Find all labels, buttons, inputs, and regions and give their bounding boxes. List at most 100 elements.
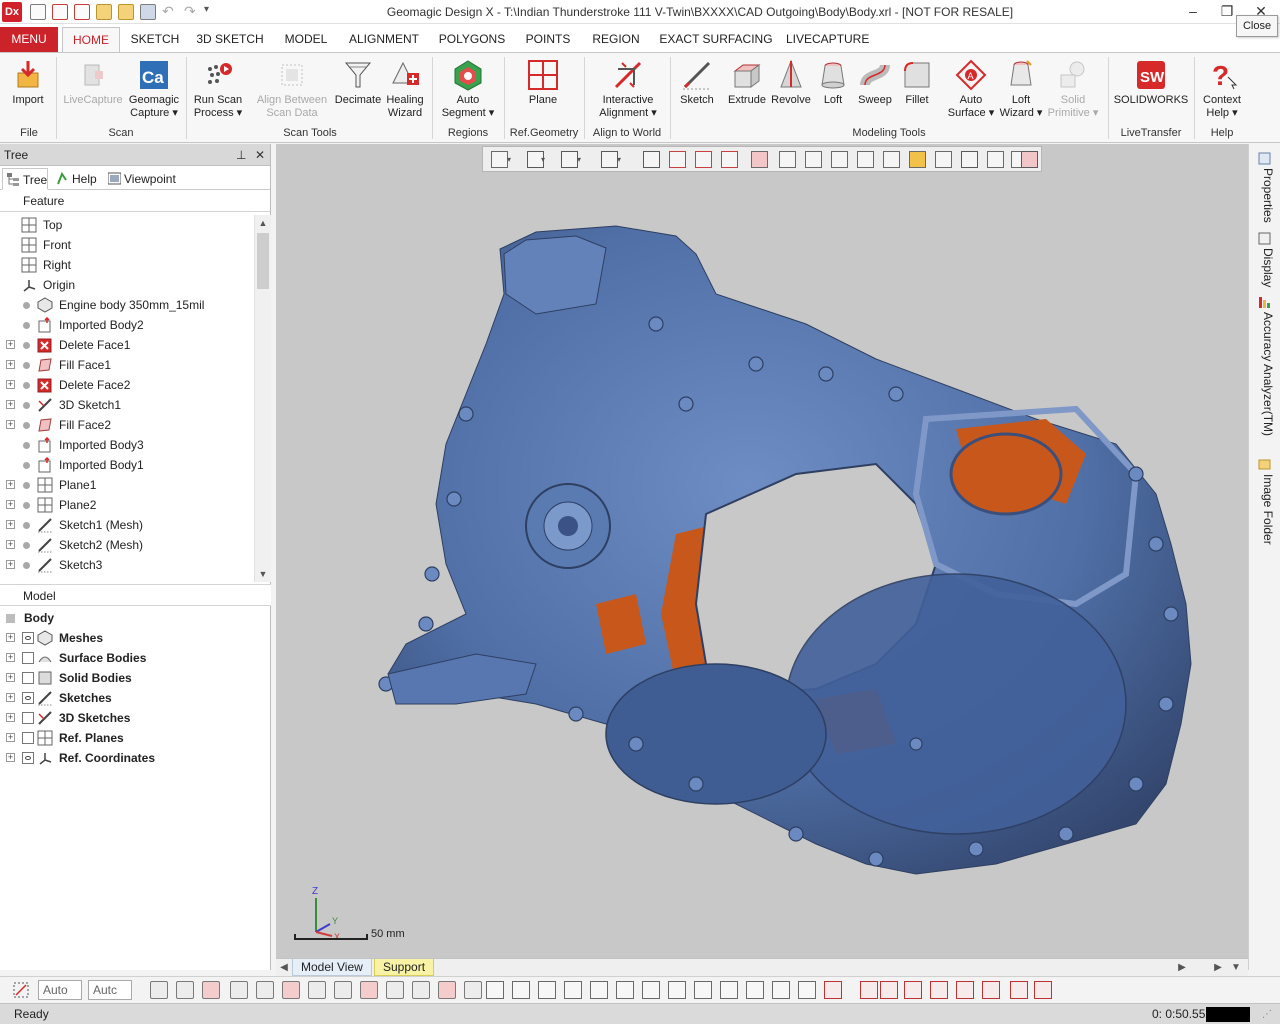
display-mode-icon[interactable] (860, 981, 878, 999)
display-mode-icon[interactable] (564, 981, 582, 999)
display-mode-icon[interactable] (720, 981, 738, 999)
model-item[interactable]: + Meshes (0, 628, 254, 648)
decimate-button[interactable]: Decimate (332, 57, 384, 127)
menu-button[interactable]: MENU (0, 27, 58, 52)
feature-item[interactable]: + Plane1 (0, 475, 254, 495)
visibility-dot-icon[interactable] (23, 442, 30, 449)
tab-support[interactable]: Support (374, 959, 435, 976)
visibility-eye-icon[interactable] (22, 692, 34, 704)
visibility-dot-icon[interactable] (23, 402, 30, 409)
visibility-dot-icon[interactable] (23, 522, 30, 529)
tab-scroll-left-icon[interactable]: ◀ (276, 959, 292, 976)
visibility-dot-icon[interactable] (23, 342, 30, 349)
feature-item[interactable]: + Fill Face2 (0, 415, 254, 435)
tab-exact-surfacing[interactable]: EXACT SURFACING (656, 27, 776, 52)
visibility-dot-icon[interactable] (23, 302, 30, 309)
tab-tree[interactable]: Tree (2, 168, 48, 190)
expand-icon[interactable]: + (6, 713, 15, 722)
export-file-icon[interactable] (74, 4, 90, 20)
visibility-dot-icon[interactable] (23, 562, 30, 569)
sweep-button[interactable]: Sweep (852, 57, 898, 127)
extrude-button[interactable]: Extrude (724, 57, 770, 127)
tab-points[interactable]: POINTS (520, 27, 576, 52)
plane-button[interactable]: Plane (512, 57, 574, 127)
display-mode-icon[interactable] (176, 981, 194, 999)
expand-icon[interactable]: + (6, 500, 15, 509)
livecapture-button[interactable]: LiveCapture (60, 57, 126, 127)
model-item[interactable]: + Surface Bodies (0, 648, 254, 668)
visibility-dot-icon[interactable] (23, 482, 30, 489)
tab-polygons[interactable]: POLYGONS (434, 27, 510, 52)
feature-item[interactable]: Imported Body3 (0, 435, 254, 455)
tab-accuracy-analyzer[interactable]: Accuracy Analyzer(TM) (1255, 312, 1275, 436)
feature-item[interactable]: Imported Body2 (0, 315, 254, 335)
model-item[interactable]: + Ref. Planes (0, 728, 254, 748)
visibility-eye-icon[interactable] (22, 632, 34, 644)
expand-icon[interactable]: + (6, 733, 15, 742)
tab-region[interactable]: REGION (586, 27, 646, 52)
display-mode-icon[interactable] (616, 981, 634, 999)
run-scan-process-button[interactable]: Run Scan Process ▾ (188, 57, 248, 127)
display-mode-icon[interactable] (694, 981, 712, 999)
context-help-button[interactable]: ? Context Help ▾ (1196, 57, 1248, 127)
display-mode-icon[interactable] (538, 981, 556, 999)
expand-icon[interactable]: + (6, 520, 15, 529)
display-mode-icon[interactable] (334, 981, 352, 999)
align-between-scan-data-button[interactable]: Align Between Scan Data (250, 57, 334, 127)
selection-target-select[interactable]: Autc (88, 980, 132, 1000)
feature-item[interactable]: + Sketch1 (Mesh) (0, 515, 254, 535)
loft-wizard-button[interactable]: Loft Wizard ▾ (996, 57, 1046, 127)
visibility-dot-icon[interactable] (23, 382, 30, 389)
display-mode-icon[interactable] (642, 981, 660, 999)
visibility-dot-icon[interactable] (23, 422, 30, 429)
display-mode-icon[interactable] (668, 981, 686, 999)
tab-model-view[interactable]: Model View (292, 959, 372, 976)
engine-crankcase-mesh[interactable]: Z Y X (276, 144, 1248, 958)
display-mode-icon[interactable] (1034, 981, 1052, 999)
display-mode-icon[interactable] (982, 981, 1000, 999)
visibility-eye-icon[interactable] (22, 752, 34, 764)
model-viewport[interactable]: ▾ ▾ ▾ ▾ Z Y X 50 mm (276, 144, 1248, 958)
resize-grip-icon[interactable]: ⋰ (1262, 1009, 1274, 1021)
visibility-checkbox[interactable] (22, 652, 34, 664)
tab-model[interactable]: MODEL (278, 27, 334, 52)
display-mode-icon[interactable] (904, 981, 922, 999)
expand-icon[interactable]: + (6, 420, 15, 429)
selection-filter-icon[interactable] (12, 981, 30, 999)
expand-icon[interactable]: + (6, 693, 15, 702)
display-mode-icon[interactable] (486, 981, 504, 999)
folder-import-icon[interactable] (96, 4, 112, 20)
feature-item[interactable]: Origin (0, 275, 254, 295)
tab-display[interactable]: Display (1255, 248, 1275, 287)
expand-icon[interactable]: + (6, 400, 15, 409)
loft-button[interactable]: Loft (814, 57, 852, 127)
display-mode-icon[interactable] (230, 981, 248, 999)
display-mode-icon[interactable] (412, 981, 430, 999)
redo-icon[interactable]: ↷ (184, 3, 196, 20)
selection-mode-select[interactable]: Auto (38, 980, 82, 1000)
geomagic-capture-button[interactable]: Ca Geomagic Capture ▾ (126, 57, 182, 127)
scroll-thumb[interactable] (257, 233, 269, 289)
expand-icon[interactable]: + (6, 340, 15, 349)
feature-item[interactable]: + Sketch3 (0, 555, 254, 575)
dropdown-icon[interactable] (824, 981, 842, 999)
expand-icon[interactable]: + (6, 673, 15, 682)
display-mode-icon[interactable] (256, 981, 274, 999)
display-mode-icon[interactable] (464, 981, 482, 999)
model-item[interactable]: + Ref. Coordinates (0, 748, 254, 768)
visibility-dot-icon[interactable] (23, 542, 30, 549)
app-logo[interactable]: Dx (2, 2, 22, 22)
pin-icon[interactable]: ⊥ (236, 144, 246, 166)
display-mode-icon[interactable] (746, 981, 764, 999)
feature-item[interactable]: + Fill Face1 (0, 355, 254, 375)
visibility-dot-icon[interactable] (23, 362, 30, 369)
visibility-dot-icon[interactable] (23, 462, 30, 469)
display-mode-icon[interactable] (282, 981, 300, 999)
tab-next-icon[interactable]: ▶ (1210, 959, 1226, 976)
model-item[interactable]: + Sketches (0, 688, 254, 708)
new-file-icon[interactable] (30, 4, 46, 20)
expand-icon[interactable]: + (6, 380, 15, 389)
tab-image-folder[interactable]: Image Folder (1255, 474, 1275, 545)
expand-icon[interactable]: + (6, 653, 15, 662)
auto-segment-button[interactable]: Auto Segment ▾ (436, 57, 500, 127)
